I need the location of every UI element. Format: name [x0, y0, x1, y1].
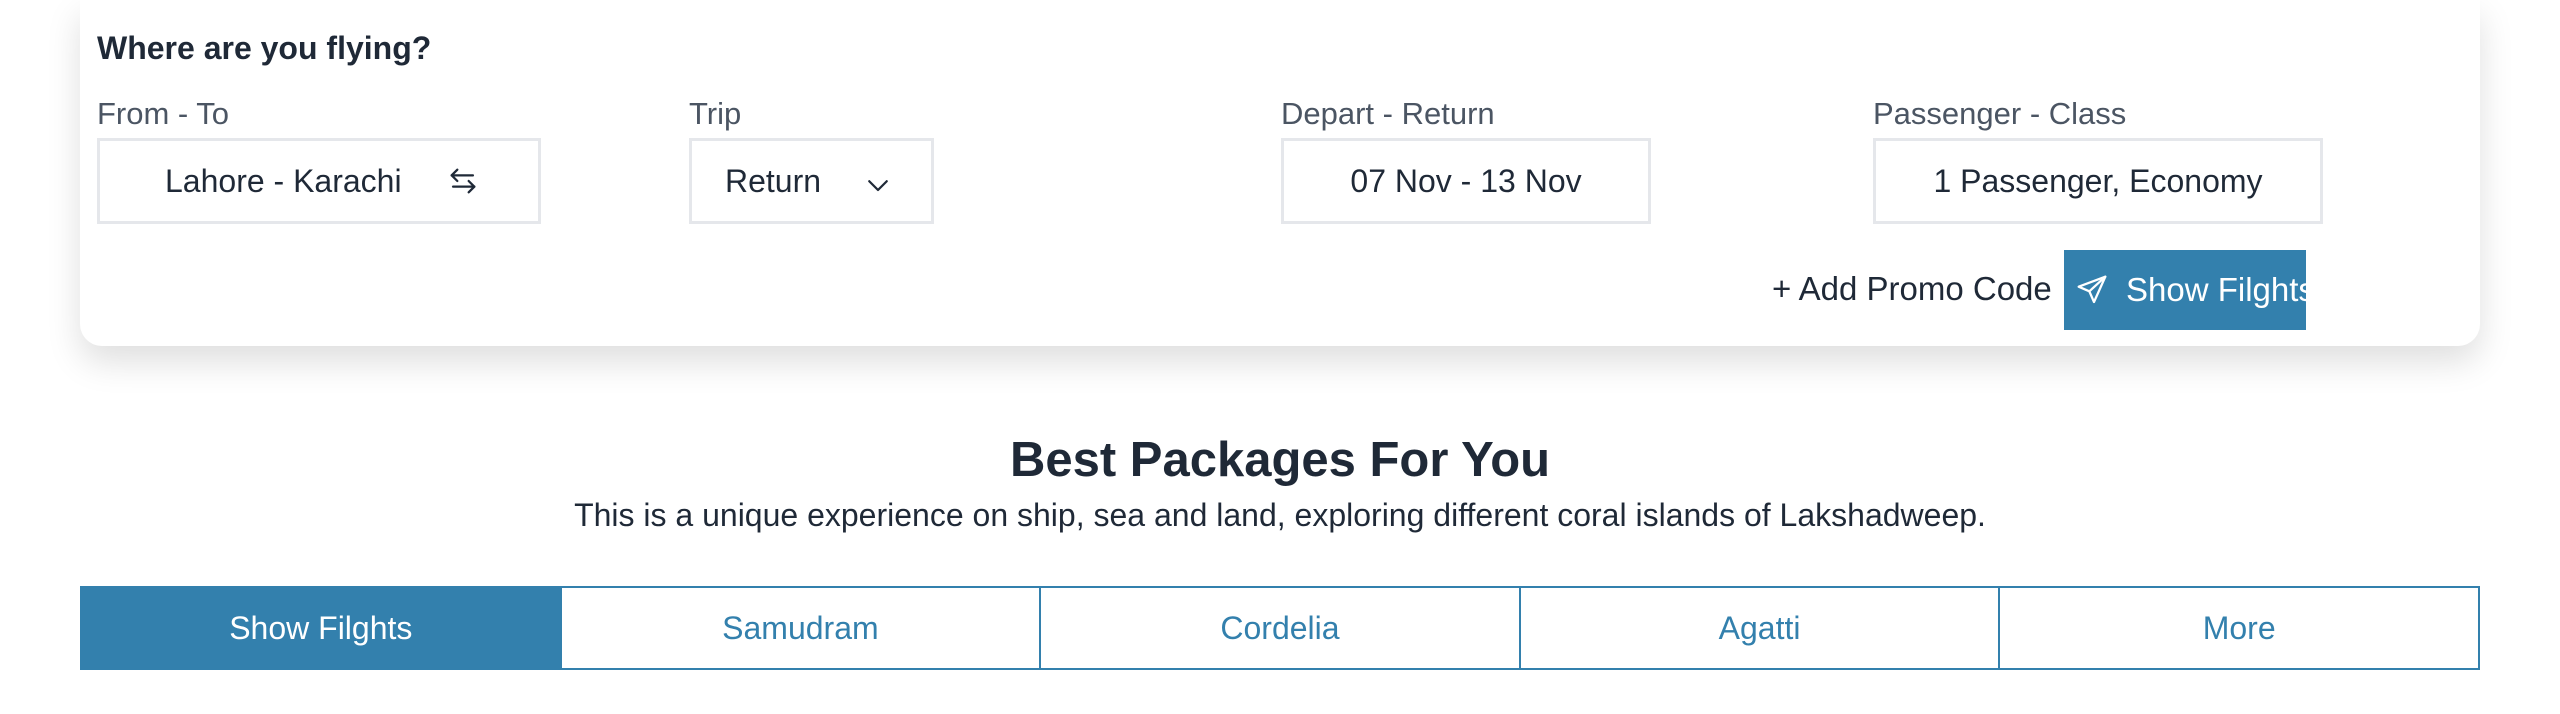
trip-value: Return — [725, 162, 822, 199]
passenger-class-value: 1 Passenger, Economy — [1933, 162, 2263, 199]
search-heading: Where are you flying? — [97, 30, 432, 66]
packages-title: Best Packages For You — [1009, 433, 1551, 487]
tab-show-flights[interactable]: Show Filghts — [80, 586, 562, 670]
paper-plane-icon — [2076, 274, 2108, 306]
tab-more[interactable]: More — [1998, 586, 2480, 670]
swap-arrows-icon[interactable] — [446, 164, 480, 198]
passenger-class-field[interactable]: 1 Passenger, Economy — [1873, 138, 2323, 224]
tab-cordelia[interactable]: Cordelia — [1039, 586, 1521, 670]
dates-field[interactable]: 07 Nov - 13 Nov — [1281, 138, 1651, 224]
tab-agatti[interactable]: Agatti — [1518, 586, 2001, 670]
show-flights-button[interactable]: Show Filghts — [2064, 250, 2315, 330]
dates-value: 07 Nov - 13 Nov — [1350, 162, 1582, 199]
flight-search-card: Where are you flying? From - To Lahore -… — [80, 0, 2480, 346]
package-tabs: Show Filghts Samudram Cordelia Agatti Mo… — [80, 586, 2480, 670]
packages-subtitle: This is a unique experience on ship, sea… — [574, 497, 1986, 533]
chevron-down-icon — [863, 170, 893, 200]
dates-label: Depart - Return — [1281, 96, 1495, 131]
trip-select[interactable]: Return — [689, 138, 934, 224]
passenger-class-label: Passenger - Class — [1873, 96, 2127, 131]
show-flights-label: Show Filghts — [2126, 271, 2315, 308]
from-to-field[interactable]: Lahore - Karachi — [97, 138, 541, 224]
from-to-value: Lahore - Karachi — [165, 162, 402, 199]
trip-label: Trip — [689, 96, 742, 131]
tab-samudram[interactable]: Samudram — [559, 586, 1042, 670]
from-to-label: From - To — [97, 96, 230, 131]
add-promo-code-link[interactable]: + Add Promo Code — [1772, 270, 2052, 308]
